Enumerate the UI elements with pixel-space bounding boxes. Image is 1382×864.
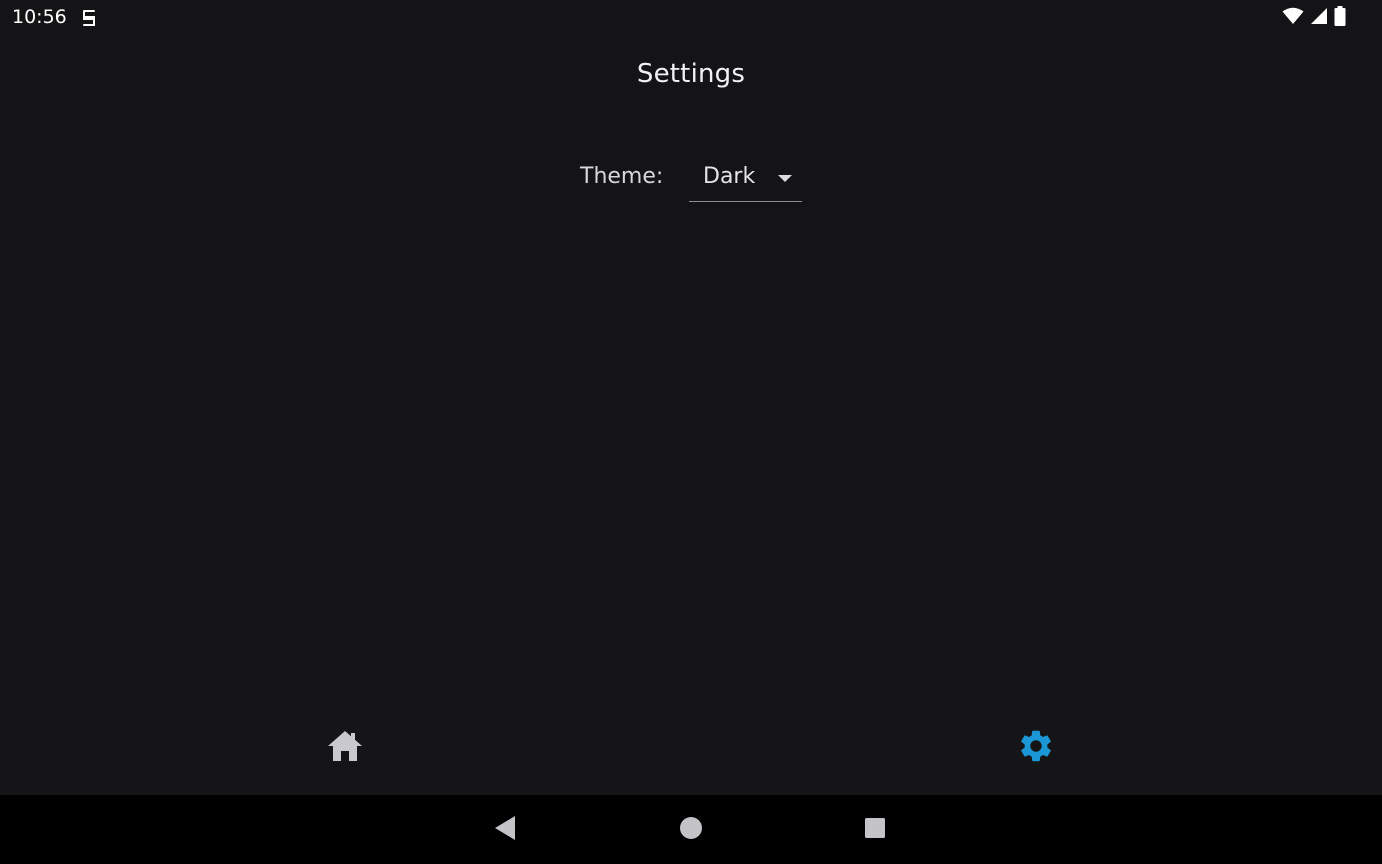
tab-settings[interactable] bbox=[1016, 728, 1056, 768]
status-icons bbox=[1282, 6, 1346, 30]
theme-dropdown[interactable]: Dark bbox=[689, 156, 802, 202]
settings-screen: 10:56 Settings Theme: Dark bbox=[0, 0, 1382, 864]
wifi-icon bbox=[1282, 7, 1304, 29]
dropdown-arrow-icon bbox=[778, 175, 792, 182]
gear-icon bbox=[1017, 727, 1055, 769]
page-title: Settings bbox=[636, 59, 746, 89]
battery-icon bbox=[1334, 6, 1346, 30]
back-icon bbox=[493, 815, 517, 845]
home-icon bbox=[327, 730, 363, 766]
nav-recents-button[interactable] bbox=[860, 815, 890, 845]
theme-label: Theme: bbox=[580, 164, 664, 189]
nav-back-button[interactable] bbox=[490, 815, 520, 845]
home-circle-icon bbox=[679, 816, 703, 844]
recents-icon bbox=[863, 816, 887, 844]
status-bar: 10:56 bbox=[0, 0, 1382, 36]
nav-home-button[interactable] bbox=[676, 815, 706, 845]
system-nav-bar bbox=[0, 795, 1382, 864]
cell-signal-icon bbox=[1310, 7, 1328, 29]
status-time: 10:56 bbox=[12, 6, 67, 28]
theme-selected-value: Dark bbox=[703, 164, 756, 189]
bottom-tab-bar bbox=[0, 706, 1382, 795]
app-notification-icon bbox=[80, 8, 98, 28]
tab-home[interactable] bbox=[325, 728, 365, 768]
